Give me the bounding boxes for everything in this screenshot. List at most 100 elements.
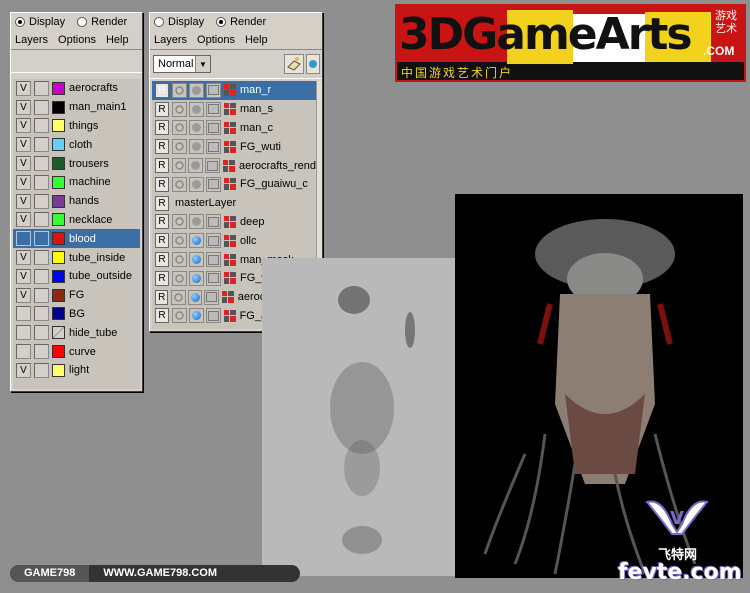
right-display-radio[interactable] <box>154 17 164 27</box>
layer-color-swatch[interactable] <box>52 119 65 133</box>
template-checkbox[interactable] <box>34 99 49 115</box>
flag-icon[interactable] <box>206 252 221 268</box>
layer-color-swatch[interactable] <box>52 288 65 302</box>
sphere-off-icon[interactable] <box>189 176 204 192</box>
template-checkbox[interactable] <box>34 137 49 153</box>
layer-row[interactable]: curve <box>13 342 140 361</box>
render-settings-icon[interactable] <box>222 159 236 173</box>
render-layer-row[interactable]: R FG_guaiwu_c <box>152 175 316 194</box>
recycle-icon[interactable] <box>172 270 187 286</box>
template-checkbox[interactable] <box>34 250 49 266</box>
sphere-on-icon[interactable] <box>189 233 204 249</box>
layer-row[interactable]: BG <box>13 305 140 324</box>
template-checkbox[interactable] <box>34 212 49 228</box>
visibility-checkbox[interactable]: V <box>16 99 31 115</box>
visibility-checkbox[interactable]: V <box>16 118 31 134</box>
template-checkbox[interactable] <box>34 193 49 209</box>
recycle-icon[interactable] <box>172 82 187 98</box>
layer-color-swatch[interactable] <box>52 213 65 227</box>
right-menu-layers[interactable]: Layers <box>154 34 187 46</box>
visibility-checkbox[interactable]: V <box>16 137 31 153</box>
layer-color-swatch[interactable] <box>52 326 65 340</box>
sphere-off-icon[interactable] <box>188 158 204 174</box>
visibility-checkbox[interactable]: V <box>16 362 31 378</box>
renderable-toggle[interactable]: R <box>155 82 169 98</box>
template-checkbox[interactable] <box>34 344 49 360</box>
sphere-on-icon[interactable] <box>187 289 203 305</box>
menu-options[interactable]: Options <box>58 34 96 46</box>
render-layer-row[interactable]: Rdeep <box>152 213 316 232</box>
renderable-toggle[interactable]: R <box>155 120 169 136</box>
recycle-icon[interactable] <box>171 308 187 324</box>
renderable-toggle[interactable]: R <box>155 139 169 155</box>
render-settings-icon[interactable] <box>223 215 237 229</box>
layer-color-swatch[interactable] <box>52 138 65 152</box>
flag-icon[interactable] <box>206 101 221 117</box>
renderable-toggle[interactable]: R <box>155 289 169 305</box>
flag-icon[interactable] <box>206 176 221 192</box>
layer-color-swatch[interactable] <box>52 100 65 114</box>
template-checkbox[interactable] <box>34 287 49 303</box>
layer-color-swatch[interactable] <box>52 345 65 359</box>
menu-help[interactable]: Help <box>106 34 129 46</box>
renderable-toggle[interactable]: R <box>155 270 169 286</box>
recycle-icon[interactable] <box>172 139 187 155</box>
render-settings-icon[interactable] <box>223 121 237 135</box>
renderable-toggle[interactable]: R <box>155 176 169 192</box>
visibility-checkbox[interactable]: V <box>16 174 31 190</box>
template-checkbox[interactable] <box>34 362 49 378</box>
flag-icon[interactable] <box>206 139 221 155</box>
layer-color-swatch[interactable] <box>52 363 65 377</box>
renderable-toggle[interactable]: R <box>155 195 169 211</box>
recycle-icon[interactable] <box>171 158 187 174</box>
layer-color-swatch[interactable] <box>52 175 65 189</box>
render-settings-icon[interactable] <box>223 140 237 154</box>
visibility-checkbox[interactable]: V <box>16 212 31 228</box>
template-checkbox[interactable] <box>34 174 49 190</box>
layer-row[interactable]: hide_tube <box>13 323 140 342</box>
recycle-icon[interactable] <box>172 214 187 230</box>
visibility-checkbox[interactable]: V <box>16 287 31 303</box>
render-settings-icon[interactable] <box>223 309 237 323</box>
render-radio[interactable] <box>77 17 88 27</box>
layer-row[interactable]: Vtrousers <box>13 154 140 173</box>
layer-color-swatch[interactable] <box>52 232 65 246</box>
right-menu-help[interactable]: Help <box>245 34 268 46</box>
recycle-icon[interactable] <box>172 252 187 268</box>
visibility-checkbox[interactable]: V <box>16 268 31 284</box>
sphere-on-icon[interactable] <box>188 308 204 324</box>
layer-row[interactable]: Vtube_outside <box>13 267 140 286</box>
layer-color-swatch[interactable] <box>52 194 65 208</box>
sphere-off-icon[interactable] <box>189 214 204 230</box>
layer-color-swatch[interactable] <box>52 81 65 95</box>
flag-icon[interactable] <box>206 214 221 230</box>
flag-icon[interactable] <box>206 82 221 98</box>
layer-color-swatch[interactable] <box>52 157 65 171</box>
layer-row[interactable]: Vhands <box>13 192 140 211</box>
layer-row[interactable]: blood <box>13 229 140 249</box>
template-checkbox[interactable] <box>34 80 49 96</box>
template-checkbox[interactable] <box>34 156 49 172</box>
sphere-off-icon[interactable] <box>189 82 204 98</box>
blend-mode-dropdown[interactable]: Normal ▼ <box>153 55 211 73</box>
layer-row[interactable]: Vnecklace <box>13 211 140 230</box>
visibility-checkbox[interactable]: V <box>16 80 31 96</box>
layer-row[interactable]: Vaerocrafts <box>13 79 140 98</box>
flag-icon[interactable] <box>205 158 220 174</box>
flag-icon[interactable] <box>206 120 221 136</box>
visibility-checkbox[interactable] <box>16 231 31 247</box>
sphere-off-icon[interactable] <box>189 101 204 117</box>
layer-color-swatch[interactable] <box>52 251 65 265</box>
sphere-on-icon[interactable] <box>189 252 204 268</box>
template-checkbox[interactable] <box>34 231 49 247</box>
layer-color-swatch[interactable] <box>52 307 65 321</box>
layer-row[interactable]: V FG <box>13 286 140 305</box>
sphere-off-icon[interactable] <box>189 120 204 136</box>
render-layer-row[interactable]: R FG_wuti <box>152 137 316 156</box>
render-settings-icon[interactable] <box>223 83 237 97</box>
right-render-radio[interactable] <box>216 17 227 27</box>
renderable-toggle[interactable]: R <box>155 214 169 230</box>
sphere-on-icon[interactable] <box>189 270 204 286</box>
render-layer-row[interactable]: Rollc <box>152 231 316 250</box>
layer-color-swatch[interactable] <box>52 269 65 283</box>
